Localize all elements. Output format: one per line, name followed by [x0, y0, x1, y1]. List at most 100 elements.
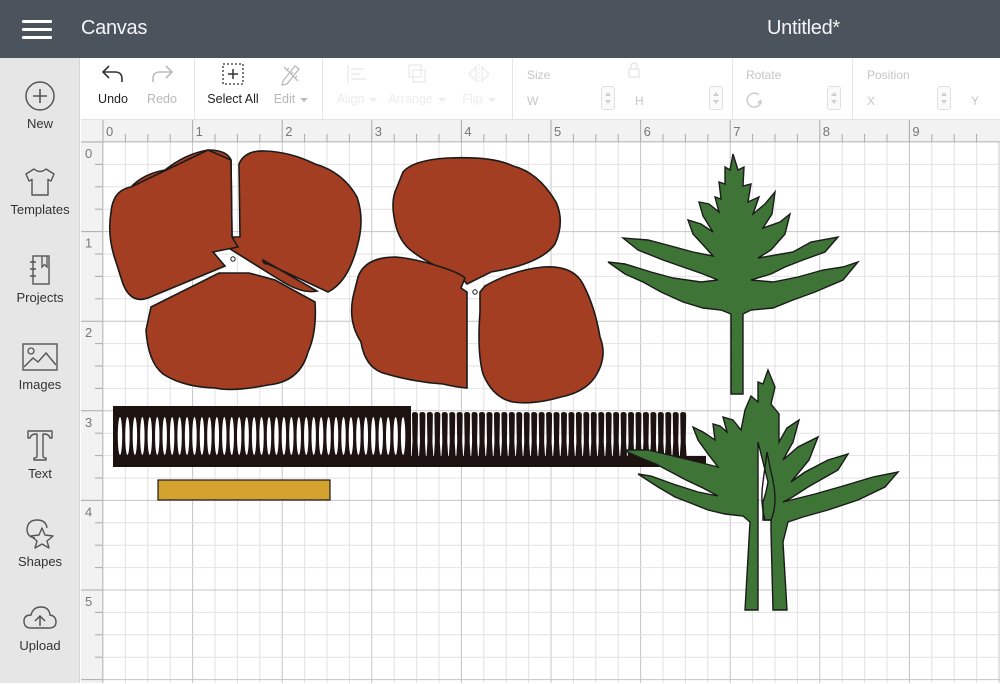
- sidebar-item-upload[interactable]: Upload: [0, 604, 80, 684]
- fringe-finger: [679, 412, 687, 458]
- width-input[interactable]: [543, 88, 597, 108]
- flip-dropdown[interactable]: Flip: [455, 62, 503, 106]
- redo-icon: [152, 65, 173, 82]
- size-group: Size W H: [513, 58, 733, 120]
- fringe-slit: [251, 417, 257, 455]
- fringe-slit: [393, 417, 398, 455]
- fringe-slit: [333, 417, 339, 455]
- arrange-group: Align Arrange Flip: [323, 58, 513, 120]
- fringe-slit: [311, 417, 316, 455]
- fringe-finger: [560, 412, 568, 458]
- sidebar-item-images[interactable]: Images: [0, 341, 80, 421]
- fringe-slit: [177, 417, 182, 455]
- fringe-slit: [274, 417, 279, 455]
- ruler-label: 5: [554, 124, 561, 139]
- fringe-slit: [184, 417, 190, 455]
- fringe-finger: [567, 412, 575, 458]
- sidebar-item-label: Images: [18, 377, 62, 392]
- fringe-slit: [400, 417, 406, 455]
- sidebar-item-label: Projects: [16, 290, 64, 305]
- arrange-icon: [408, 64, 426, 83]
- fringe-slit: [237, 417, 242, 455]
- fringe-finger: [515, 412, 523, 458]
- rotate-spinner[interactable]: [827, 86, 841, 110]
- undo-button[interactable]: Undo: [93, 62, 133, 106]
- align-dropdown[interactable]: Align: [331, 62, 383, 106]
- fringe-finger: [508, 412, 516, 458]
- fringe-center-strip[interactable]: [113, 406, 706, 467]
- yellow-strip[interactable]: [157, 479, 331, 501]
- fringe-finger: [441, 412, 449, 458]
- edit-dropdown[interactable]: Edit: [269, 62, 313, 106]
- size-label: Size: [527, 68, 551, 82]
- chevron-down-icon: [437, 97, 446, 102]
- arrange-dropdown[interactable]: Arrange: [385, 62, 449, 106]
- sidebar-item-text[interactable]: Text: [0, 428, 80, 508]
- flip-icon: [468, 64, 490, 84]
- fringe-slit: [132, 417, 138, 455]
- fringe-finger: [545, 412, 553, 458]
- align-icon: [347, 65, 366, 83]
- y-label: Y: [971, 94, 980, 108]
- sidebar: New Templates Projects Images Text Shape…: [0, 58, 80, 683]
- fringe-slit: [207, 417, 212, 455]
- x-label: X: [867, 94, 876, 108]
- fringe-finger: [486, 412, 493, 458]
- fringe-slit: [147, 417, 152, 455]
- ruler-label: 7: [733, 124, 740, 139]
- fringe-slit: [117, 417, 123, 455]
- height-label: H: [635, 94, 644, 108]
- image-icon: [22, 343, 58, 371]
- fringe-finger: [582, 412, 590, 458]
- petal: [350, 256, 468, 389]
- sidebar-item-templates[interactable]: Templates: [0, 166, 80, 246]
- fringe-finger: [553, 412, 561, 458]
- poppy-leaf-2[interactable]: [622, 368, 900, 611]
- poppy-leaf-1[interactable]: [607, 153, 861, 395]
- sidebar-item-label: Templates: [10, 202, 70, 217]
- ruler-label: 6: [644, 124, 651, 139]
- fringe-slit: [326, 417, 331, 455]
- leaf-shape: [622, 368, 900, 611]
- chevron-down-icon: [487, 97, 496, 102]
- sidebar-item-projects[interactable]: Projects: [0, 254, 80, 334]
- design-canvas[interactable]: [103, 142, 1000, 683]
- ruler-label: 2: [85, 325, 92, 340]
- hamburger-icon[interactable]: [22, 18, 52, 40]
- y-input[interactable]: [985, 88, 999, 108]
- petal: [145, 272, 317, 391]
- rotate-icon: [746, 92, 762, 108]
- document-title[interactable]: Untitled*: [767, 17, 840, 40]
- sidebar-item-shapes[interactable]: Shapes: [0, 516, 80, 596]
- ruler-label: 5: [85, 594, 92, 609]
- undo-icon: [102, 65, 123, 82]
- height-spinner[interactable]: [709, 86, 723, 110]
- sidebar-item-label: Upload: [19, 638, 61, 653]
- fringe-finger: [500, 412, 508, 458]
- sidebar-item-label: Text: [28, 466, 52, 481]
- fringe-finger: [575, 412, 583, 458]
- shapes-icon: [26, 519, 54, 549]
- edit-pencil-ruler-icon: [281, 65, 300, 86]
- fringe-slit: [356, 417, 361, 455]
- fringe-slit: [296, 417, 301, 455]
- ruler-label: 2: [285, 124, 292, 139]
- fringe-finger: [605, 412, 613, 458]
- ruler-label: 1: [85, 236, 92, 251]
- fringe-finger: [597, 412, 605, 458]
- fringe-finger: [456, 412, 464, 458]
- width-spinner[interactable]: [601, 86, 615, 110]
- height-input[interactable]: [651, 88, 705, 108]
- fringe-slit: [199, 417, 205, 455]
- fringe-slit: [318, 417, 324, 455]
- redo-button[interactable]: Redo: [141, 62, 183, 106]
- x-spinner[interactable]: [937, 86, 951, 110]
- sidebar-item-new[interactable]: New: [0, 80, 80, 160]
- app-title: Canvas: [81, 17, 148, 39]
- sidebar-item-label: Shapes: [17, 554, 63, 569]
- lock-icon[interactable]: [627, 62, 641, 78]
- rotate-input[interactable]: [769, 88, 819, 108]
- x-input[interactable]: [883, 88, 935, 108]
- history-group: Undo Redo: [81, 58, 195, 120]
- select-all-button[interactable]: Select All: [205, 62, 261, 106]
